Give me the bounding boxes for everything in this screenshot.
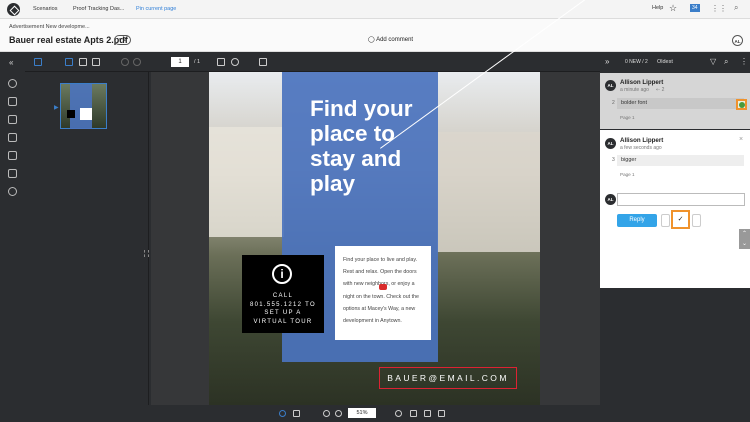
apps-grid-icon[interactable]: ⋮⋮ — [711, 4, 727, 13]
scroll-up-icon[interactable]: ⌃ — [739, 229, 750, 239]
call-text: CALL 801.555.1212 TO SET UP A VIRTUAL TO… — [250, 293, 316, 325]
ad-body-box: Find your place to live and play. Rest a… — [335, 246, 431, 340]
add-comment-button[interactable]: ◯ Add comment — [368, 36, 413, 43]
page-thumbnail[interactable] — [60, 83, 107, 129]
bookmark-icon[interactable] — [8, 133, 17, 142]
zoom-in-icon[interactable] — [335, 410, 342, 417]
comments-panel: » 0 NEW / 2 Oldest ▽ ⌕ ⋮ AL Allison Lipp… — [600, 52, 750, 422]
mention-icon[interactable] — [692, 214, 701, 227]
version-select[interactable]: v 1 — [114, 35, 132, 45]
comment-author: Allison Lippert — [620, 79, 664, 86]
pan-hand-icon[interactable] — [293, 410, 300, 417]
building-image-right — [437, 132, 540, 252]
comment-time: a few seconds ago — [620, 145, 662, 151]
comment-pin-icon[interactable] — [379, 284, 387, 290]
comment-text: bigger — [617, 155, 744, 166]
avatar[interactable]: AL — [732, 35, 743, 46]
top-bar: Scenarios Proof Tracking Das... Pin curr… — [0, 0, 750, 19]
comment-card-active[interactable]: AL Allison Lippert a few seconds ago × 3… — [600, 130, 750, 288]
prev-page-icon[interactable] — [121, 58, 129, 66]
pin-current-page-link[interactable]: Pin current page — [136, 6, 176, 12]
comment-text: bolder font — [617, 98, 744, 109]
page-total: / 1 — [194, 59, 201, 65]
comment-avatar: AL — [605, 80, 616, 91]
tab-proof-tracking[interactable]: Proof Tracking Das... — [73, 6, 124, 12]
ad-body-text: Find your place to live and play. Rest a… — [343, 257, 419, 325]
resolve-check-button[interactable]: ✓ — [671, 210, 690, 229]
document-header: Advertisement New developme... Bauer rea… — [0, 19, 750, 52]
zoom-out-icon[interactable] — [323, 410, 330, 417]
email-annotation[interactable]: BAUER@EMAIL.COM — [379, 367, 517, 389]
info-circle-icon: i — [272, 264, 292, 284]
reply-input[interactable] — [617, 193, 745, 206]
sort-select[interactable]: Oldest — [657, 59, 673, 65]
compare-icon[interactable] — [92, 58, 100, 66]
sidebar-toggle-icon[interactable] — [34, 58, 42, 66]
comment-page: Page 1 — [620, 115, 635, 120]
settings-icon[interactable] — [8, 187, 17, 196]
reply-button[interactable]: Reply — [617, 214, 657, 227]
search-comments-icon[interactable]: ⌕ — [724, 57, 728, 67]
comment-time: a minute ago — [620, 87, 649, 93]
current-page-marker-icon: ▶ — [54, 105, 59, 111]
lock-icon[interactable] — [8, 169, 17, 178]
filter-icon[interactable]: ▽ — [710, 57, 716, 66]
next-page-icon[interactable] — [133, 58, 141, 66]
viewer-toolbar: 1 / 1 — [25, 52, 600, 72]
info-icon[interactable] — [8, 79, 17, 88]
fit-width-icon[interactable] — [410, 410, 417, 417]
more-options-icon[interactable]: ⋮ — [740, 57, 748, 66]
file-title: Bauer real estate Apts 2.pdf — [9, 35, 128, 45]
scroll-down-icon[interactable]: ⌄ — [739, 239, 750, 249]
fullscreen-icon[interactable] — [438, 410, 445, 417]
comments-toolbar: » 0 NEW / 2 Oldest ▽ ⌕ ⋮ — [600, 52, 750, 72]
comment-avatar: AL — [605, 138, 616, 149]
left-rail: « — [0, 52, 25, 422]
reply-count-value: 2 — [661, 87, 665, 93]
building-image-left — [209, 127, 284, 237]
zoom-tool-icon[interactable] — [279, 410, 286, 417]
add-comment-label: Add comment — [376, 37, 414, 43]
help-link[interactable]: Help — [652, 5, 663, 11]
page-number-input[interactable]: 1 — [171, 57, 189, 67]
breadcrumb[interactable]: Advertisement New developme... — [9, 24, 90, 30]
app-logo-icon[interactable] — [7, 3, 20, 16]
new-comments-count: 0 NEW / 2 — [625, 59, 648, 65]
notifications-badge[interactable]: 34 — [690, 4, 700, 12]
comment-icon: ◯ — [368, 37, 377, 43]
comment-author: Allison Lippert — [620, 137, 664, 144]
comment-page: Page 1 — [620, 172, 635, 177]
reply-count: ⇠ 2 — [656, 87, 665, 93]
comment-number: 3 — [612, 157, 615, 163]
workflow-icon[interactable] — [8, 97, 17, 106]
tab-scenarios[interactable]: Scenarios — [33, 6, 57, 12]
collapse-icon[interactable]: « — [9, 58, 13, 67]
resize-handle[interactable] — [144, 250, 149, 257]
presentation-icon[interactable] — [259, 58, 267, 66]
single-page-icon[interactable] — [65, 58, 73, 66]
star-icon[interactable]: ☆ — [669, 3, 677, 14]
search-icon[interactable]: ⌕ — [734, 3, 738, 13]
expand-icon[interactable]: » — [605, 57, 609, 66]
call-box: i CALL 801.555.1212 TO SET UP A VIRTUAL … — [242, 255, 324, 333]
zoom-area-icon[interactable] — [231, 58, 239, 66]
document-page: Find your place to stay and play Find yo… — [209, 72, 540, 405]
fit-screen-icon[interactable] — [424, 410, 431, 417]
reply-avatar: AL — [605, 194, 616, 205]
rotate-icon[interactable] — [395, 410, 402, 417]
resolved-check-icon[interactable] — [736, 99, 747, 110]
attach-icon[interactable] — [661, 214, 670, 227]
zoom-bar: 51% — [25, 405, 600, 422]
comment-number: 2 — [612, 100, 615, 106]
share-icon[interactable] — [8, 115, 17, 124]
comment-card[interactable]: AL Allison Lippert a minute ago ⇠ 2 2 bo… — [600, 73, 750, 129]
close-icon[interactable]: × — [739, 136, 743, 143]
two-page-icon[interactable] — [79, 58, 87, 66]
fit-page-icon[interactable] — [217, 58, 225, 66]
print-icon[interactable] — [8, 151, 17, 160]
ad-headline: Find your place to stay and play — [310, 96, 413, 196]
zoom-level-select[interactable]: 51% — [348, 408, 376, 418]
